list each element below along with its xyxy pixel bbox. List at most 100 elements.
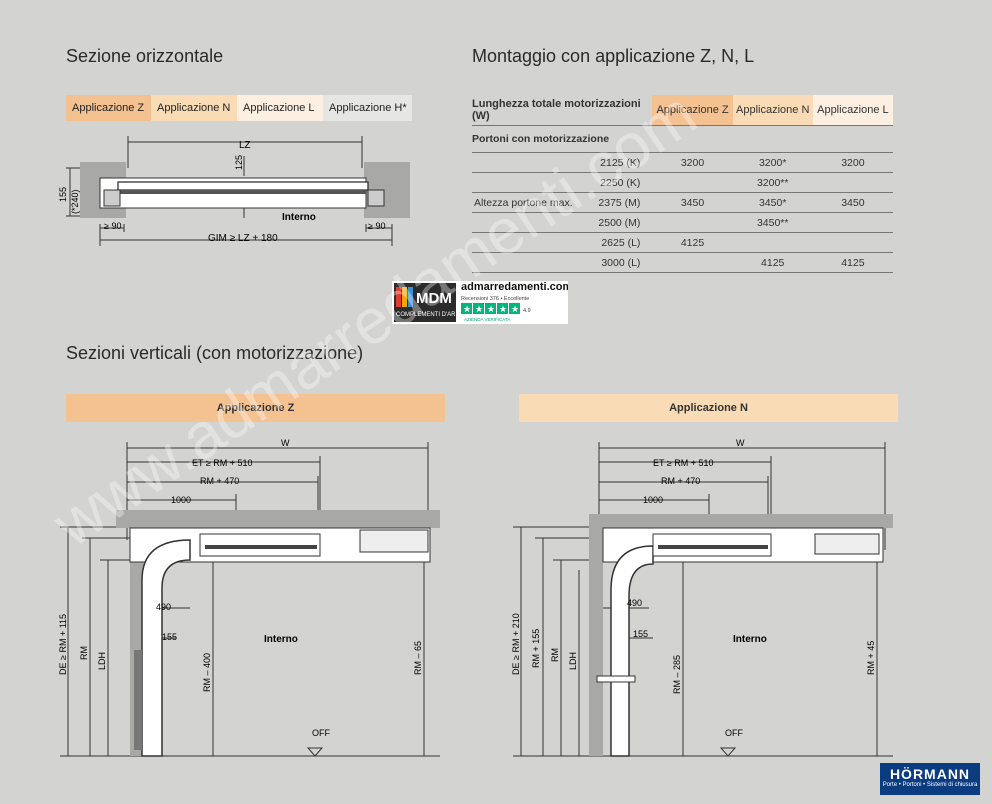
z-rm470-label: RM + 470 — [200, 476, 239, 486]
tab-application-l: Applicazione L — [237, 95, 323, 121]
n-rm470-label: RM + 470 — [661, 476, 700, 486]
z-floor-marker-icon — [306, 747, 324, 757]
z-155-label: 155 — [162, 632, 177, 642]
table-w-cell: Altezza portone max. 2125 (K) — [472, 152, 653, 209]
vertical-section-z-drawing: W ET ≥ RM + 510 RM + 470 1000 490 155 In… — [58, 438, 440, 757]
tab-application-n: Applicazione N — [151, 95, 237, 121]
mdm-logo[interactable]: MDM COMPLEMENTI D'ARREDO admarredamenti.… — [392, 281, 572, 324]
svg-text:★: ★ — [499, 304, 507, 314]
table-cell — [652, 252, 733, 273]
n-490-label: 490 — [627, 598, 642, 608]
table-cell: 4125 — [812, 252, 893, 273]
dim-155-label: 155 — [58, 187, 68, 202]
table-cell: 3450 — [812, 192, 893, 213]
table-cell: 4125 — [732, 252, 813, 273]
table-cell — [812, 172, 893, 193]
table-cell: 3450* — [732, 192, 813, 213]
z-w-label: W — [281, 438, 290, 448]
table-cell — [812, 232, 893, 253]
table-cell: 3200* — [732, 152, 813, 173]
table-cell: 3450 — [652, 192, 733, 213]
table-subheader: Portoni con motorizzazione — [472, 125, 893, 153]
dim-240-label: (*240) — [70, 189, 80, 214]
mdm-reviews: Recensioni 376 • Eccellente — [461, 296, 529, 302]
z-ldh-label: LDH — [97, 652, 107, 670]
table-head-z: Applicazione Z — [652, 95, 733, 126]
n-w-label: W — [736, 438, 745, 448]
banner-application-z: Applicazione Z — [66, 394, 445, 422]
table-row: 2250 (K) 3200** — [472, 172, 893, 193]
z-rm-label: RM — [79, 646, 89, 660]
table-w-cell: 2625 (L) — [472, 232, 653, 253]
svg-text:★: ★ — [511, 304, 519, 314]
mdm-site: admarredamenti.com — [461, 281, 568, 293]
left-90-label: ≥ 90 — [104, 221, 121, 231]
table-cell: 3200 — [812, 152, 893, 173]
table-w-cell: 2500 (M) — [472, 212, 653, 233]
table-head-l: Applicazione L — [812, 95, 893, 126]
gim-label: GIM ≥ LZ + 180 — [208, 233, 278, 244]
table-cell: 3200** — [732, 172, 813, 193]
n-floor-marker-icon — [719, 747, 737, 757]
hormann-logo[interactable]: HÖRMANN Porte • Portoni • Sistemi di chi… — [880, 763, 980, 795]
table-cell — [652, 212, 733, 233]
table-row: Altezza portone max. 2125 (K) 3200 3200*… — [472, 152, 893, 209]
table-w-cell: 3000 (L) — [472, 252, 653, 273]
z-rm65-label: RM – 65 — [413, 641, 423, 675]
n-de-label: DE ≥ RM + 210 — [511, 613, 521, 675]
right-90-label: ≥ 90 — [368, 221, 385, 231]
row-label: Altezza portone max. — [474, 197, 573, 209]
interior-label: Interno — [282, 212, 316, 223]
z-de-label: DE ≥ RM + 115 — [58, 614, 68, 675]
application-tabs: Applicazione Z Applicazione N Applicazio… — [66, 95, 412, 121]
table-head-n: Applicazione N — [732, 95, 813, 126]
vertical-section-n-drawing: W ET ≥ RM + 510 RM + 470 1000 490 155 In… — [511, 438, 893, 757]
banner-application-n: Applicazione N — [519, 394, 898, 422]
mdm-logo-graphic: MDM COMPLEMENTI D'ARREDO admarredamenti.… — [394, 281, 572, 322]
horizontal-section-drawing: LZ 125 155 (*240) Interno ≥ 90 ≥ 90 GIM … — [58, 136, 410, 246]
n-et-label: ET ≥ RM + 510 — [653, 458, 714, 468]
horizontal-section-title: Sezione orizzontale — [66, 46, 224, 66]
n-rm-label: RM — [550, 648, 560, 662]
svg-text:★: ★ — [475, 304, 483, 314]
mdm-brand: MDM — [416, 290, 452, 307]
mdm-rating: 4.9 — [523, 308, 531, 314]
hormann-brand: HÖRMANN — [889, 766, 971, 782]
dim-125-label: 125 — [234, 155, 244, 170]
table-row: 2625 (L) 4125 — [472, 232, 893, 253]
table-cell — [812, 212, 893, 233]
table-w-cell: 2250 (K) — [472, 172, 653, 193]
rating-stars-icon: ★ ★ ★ ★ ★ — [461, 303, 520, 314]
z-interior-label: Interno — [264, 634, 298, 645]
z-off-label: OFF — [312, 728, 330, 738]
tab-application-h: Applicazione H* — [323, 95, 412, 121]
table-cell: 3200 — [652, 152, 733, 173]
lz-label: LZ — [239, 140, 251, 151]
n-rm45-label: RM + 45 — [866, 641, 876, 675]
n-155-label: 155 — [633, 629, 648, 639]
assembly-title: Montaggio con applicazione Z, N, L — [472, 46, 755, 66]
n-off-label: OFF — [725, 728, 743, 738]
mdm-verified: AZIENDA VERIFICATA — [464, 317, 510, 322]
n-rm285-label: RM – 285 — [672, 655, 682, 694]
table-row: 2500 (M) 3450** — [472, 212, 893, 233]
specification-table: Lunghezza totale motorizzazioni (W) Appl… — [472, 95, 893, 273]
svg-text:★: ★ — [487, 304, 495, 314]
z-1000-label: 1000 — [171, 495, 191, 505]
table-cell — [732, 232, 813, 253]
svg-text:★: ★ — [463, 304, 471, 314]
table-cell: 4125 — [652, 232, 733, 253]
n-rm155-label: RM + 155 — [531, 629, 541, 668]
table-cell — [652, 172, 733, 193]
n-ldh-label: LDH — [568, 652, 578, 670]
table-cell: 3450** — [732, 212, 813, 233]
n-interior-label: Interno — [733, 634, 767, 645]
tab-application-z: Applicazione Z — [66, 95, 151, 121]
vertical-section-title: Sezioni verticali (con motorizzazione) — [66, 343, 364, 363]
table-col-label: Lunghezza totale motorizzazioni (W) — [472, 98, 641, 122]
z-et-label: ET ≥ RM + 510 — [192, 458, 253, 468]
table-row: 3000 (L) 4125 4125 — [472, 252, 893, 273]
z-rm400-label: RM – 400 — [202, 653, 212, 692]
hormann-tagline: Porte • Portoni • Sistemi di chiusura — [882, 782, 978, 788]
z-490-label: 490 — [156, 602, 171, 612]
